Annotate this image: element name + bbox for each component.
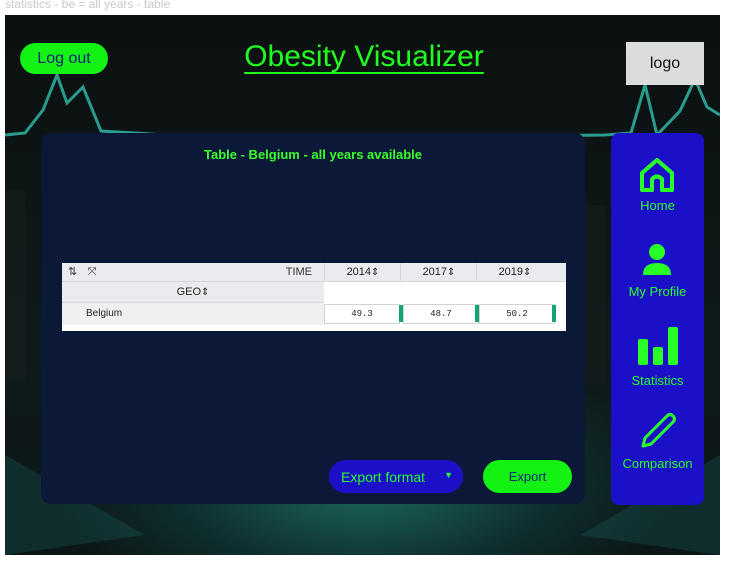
sidebar-item-label: Statistics — [631, 373, 684, 388]
sidebar-item-label: My Profile — [628, 284, 687, 299]
export-format-label: Export format — [341, 468, 426, 485]
pencil-icon — [641, 413, 676, 448]
data-table: ⇅ ⤧ TIME 2014⇕ 2017⇕ 2019⇕ GEO⇕ Belgium … — [62, 263, 566, 331]
geo-label-text: GEO — [176, 286, 202, 298]
column-header-2017[interactable]: 2017⇕ — [400, 263, 477, 281]
main-panel: Table - Belgium - all years available ⇅ … — [41, 133, 585, 504]
sort-icon: ⇕ — [523, 267, 532, 278]
value-cell-2017: 48.7 — [403, 304, 479, 324]
app-title[interactable]: Obesity Visualizer — [234, 40, 494, 74]
geo-label: GEO⇕ — [62, 286, 324, 298]
row-label: Belgium — [86, 308, 123, 319]
value-cell-2019: 50.2 — [479, 304, 555, 324]
value-cell-2014: 49.3 — [324, 304, 400, 324]
year-label: 2019 — [498, 266, 524, 278]
export-button[interactable]: Export — [483, 460, 572, 493]
sort-icon: ⇕ — [201, 287, 210, 298]
table-header: ⇅ ⤧ TIME 2014⇕ 2017⇕ 2019⇕ — [62, 263, 566, 282]
panel-title: Table - Belgium - all years available — [204, 147, 422, 162]
time-label: TIME — [285, 266, 312, 278]
logout-button[interactable]: Log out — [20, 43, 108, 74]
sort-icon: ⇕ — [371, 267, 380, 278]
home-icon — [640, 158, 674, 192]
user-icon — [643, 244, 671, 275]
geo-header[interactable]: GEO⇕ — [62, 282, 324, 303]
sidebar-nav: Home My Profile Statistics Comparison — [611, 133, 704, 505]
app-stage: Log out Obesity Visualizer logo Table - … — [5, 15, 720, 555]
logo: logo — [626, 42, 704, 85]
export-format-select[interactable]: Export format ▼ — [329, 460, 463, 493]
row-label-cell: Belgium — [62, 303, 324, 325]
year-label: 2014 — [346, 266, 372, 278]
sidebar-item-statistics[interactable]: Statistics — [611, 323, 704, 405]
caret-down-icon: ▼ — [444, 470, 453, 480]
column-header-2019[interactable]: 2019⇕ — [476, 263, 553, 281]
sidebar-item-comparison[interactable]: Comparison — [611, 410, 704, 492]
sidebar-item-label: Comparison — [622, 456, 693, 471]
value-bar-2019 — [552, 305, 556, 322]
sidebar-item-home[interactable]: Home — [611, 155, 704, 237]
sidebar-item-my-profile[interactable]: My Profile — [611, 241, 704, 323]
expand-icon[interactable]: ⤧ — [88, 265, 97, 278]
sort-icon: ⇕ — [447, 267, 456, 278]
table-row: Belgium 49.3 48.7 50.2 — [62, 303, 566, 325]
year-label: 2017 — [422, 266, 448, 278]
bar-chart-icon — [638, 327, 678, 365]
page-caption: statistics - be = all years - table — [5, 0, 171, 11]
sidebar-item-label: Home — [640, 198, 675, 213]
column-header-2014[interactable]: 2014⇕ — [324, 263, 401, 281]
sort-toggle-icon[interactable]: ⇅ — [68, 265, 77, 278]
table-toolbar-icons: ⇅ ⤧ — [68, 265, 97, 279]
